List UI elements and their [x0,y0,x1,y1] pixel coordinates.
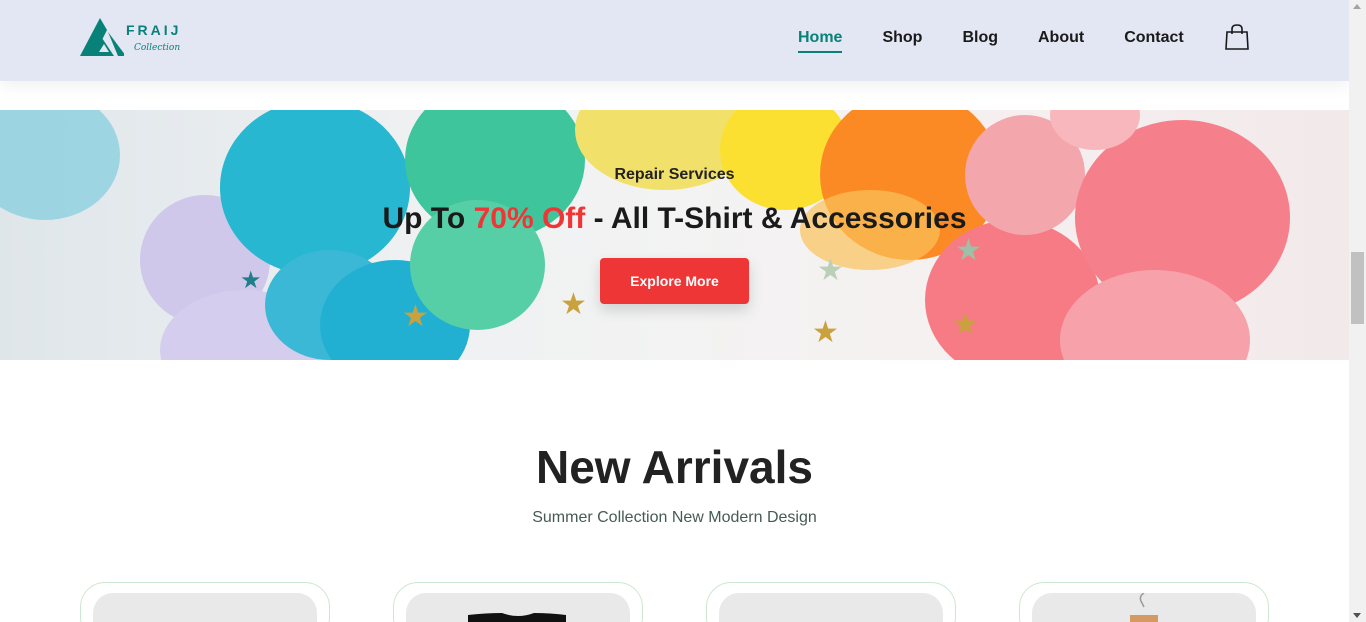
product-image [1032,592,1256,622]
star-decoration: ★ [952,308,979,341]
product-card[interactable] [393,582,643,622]
product-card[interactable] [80,582,330,622]
product-card[interactable] [1019,582,1269,622]
star-decoration: ★ [402,300,429,333]
logo-tagline: Collection [134,43,181,53]
tshirt-icon [468,613,566,622]
star-decoration: ★ [955,234,982,267]
hanger-icon [1130,592,1158,622]
nav-item-about[interactable]: About [1038,28,1084,48]
nav-item-blog[interactable]: Blog [962,28,998,48]
hero-banner: ★ ★ ★ ★ ★ ★ ★ Repair Services Up To 70% … [0,110,1349,360]
scroll-up-arrow-icon[interactable] [1353,4,1361,9]
hero-title: Up To 70% Off - All T-Shirt & Accessorie… [0,202,1349,236]
star-decoration: ★ [560,288,587,321]
page-scrollbar[interactable] [1349,0,1366,622]
main-nav: Home Shop Blog About Contact [798,28,1224,53]
star-decoration: ★ [240,267,262,294]
section-subtitle: Summer Collection New Modern Design [532,509,817,526]
site-header: FRAIJ Collection Home Shop Blog About Co… [0,0,1349,81]
hero-title-suffix: - All T-Shirt & Accessories [585,202,967,235]
star-decoration: ★ [812,316,839,349]
hero-subtitle: Repair Services [614,166,735,183]
product-card[interactable] [706,582,956,622]
product-image [719,593,943,622]
nav-item-contact[interactable]: Contact [1124,28,1184,48]
scroll-down-arrow-icon[interactable] [1353,613,1361,618]
star-decoration: ★ [817,254,844,287]
scrollbar-thumb[interactable] [1351,252,1364,324]
section-title: New Arrivals [536,441,813,493]
logo[interactable]: FRAIJ Collection [80,16,190,60]
nav-item-shop[interactable]: Shop [882,28,922,48]
logo-mark-icon [80,18,126,56]
nav-item-home[interactable]: Home [798,28,843,53]
shopping-bag-icon[interactable] [1225,24,1249,50]
explore-more-button[interactable]: Explore More [600,258,749,304]
logo-text: FRAIJ [126,22,182,38]
product-image [406,593,630,622]
balloon-decoration [220,110,410,275]
product-image [93,593,317,622]
hero-title-highlight: 70% Off [473,202,586,235]
hero-title-prefix: Up To [382,202,474,235]
